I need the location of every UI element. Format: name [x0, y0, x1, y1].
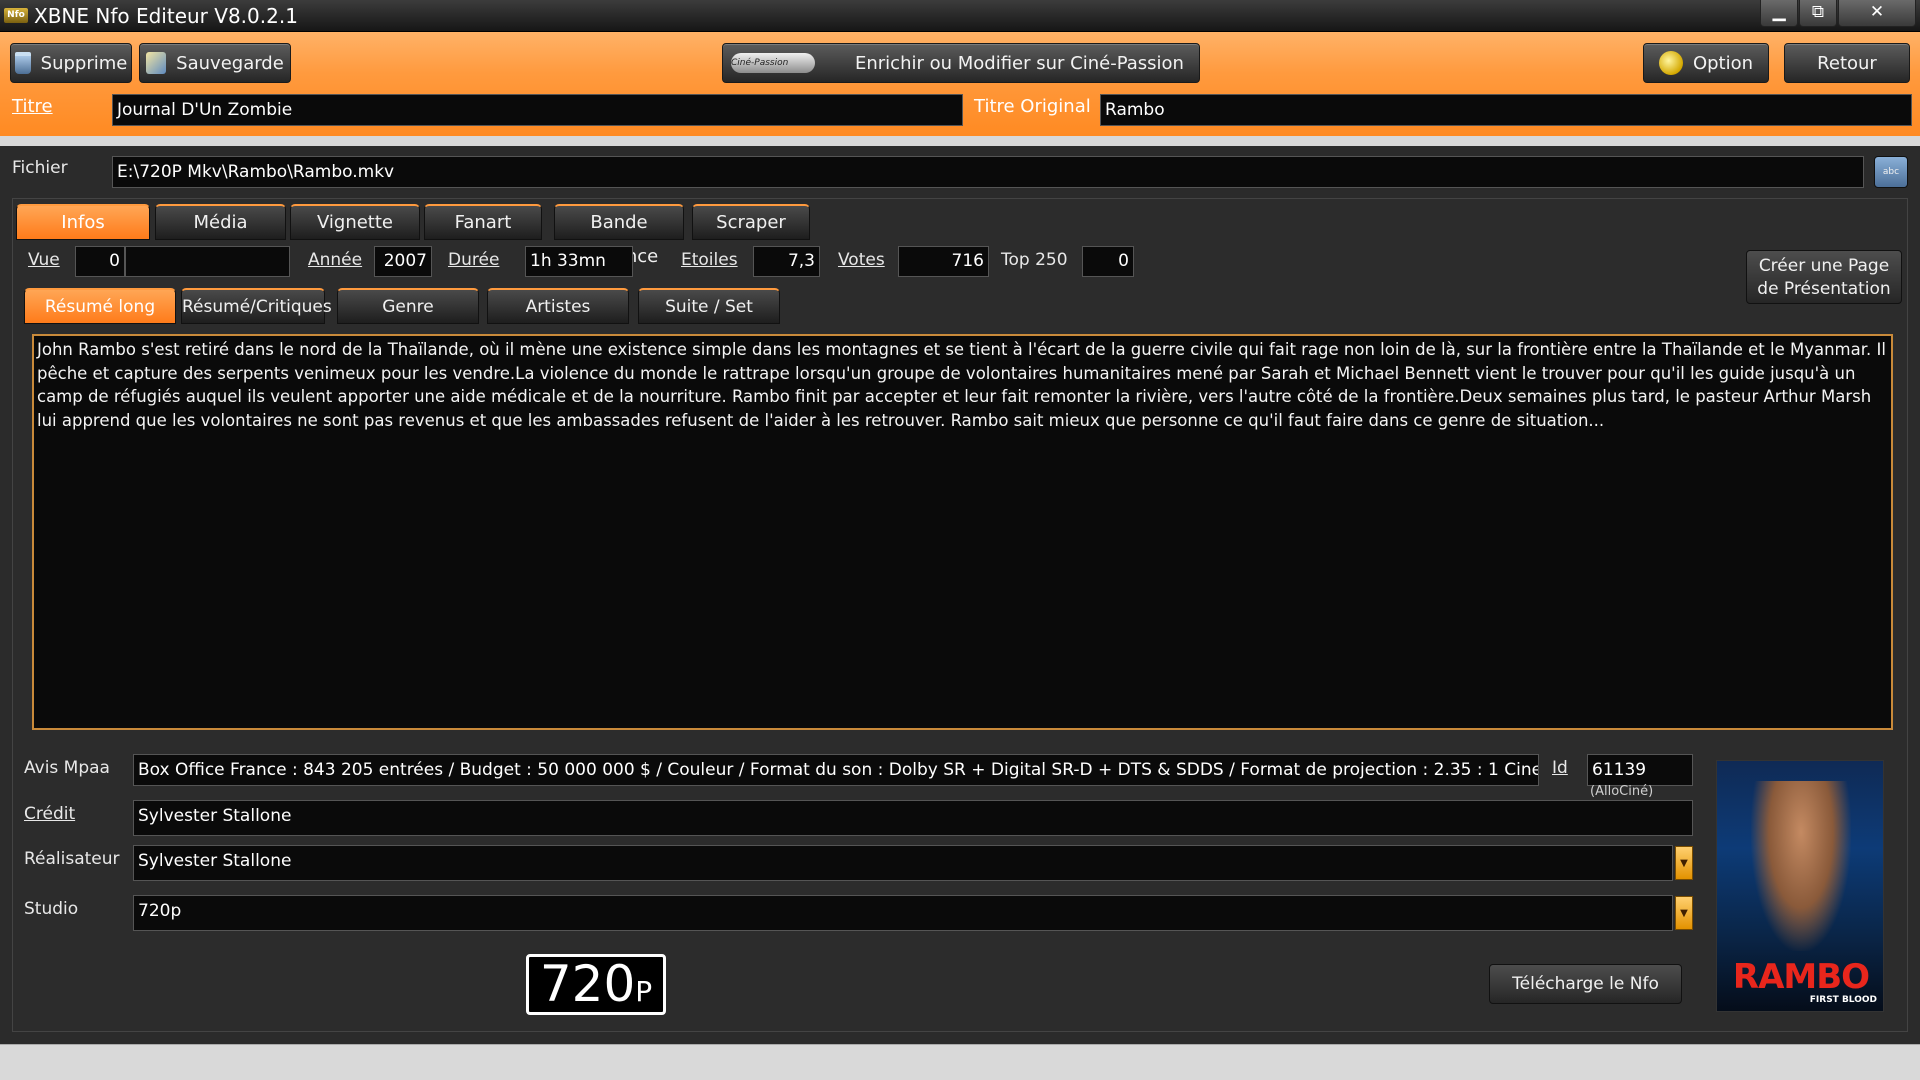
titre-input[interactable]: Journal D'Un Zombie [112, 94, 963, 126]
annee-label: Année [308, 250, 363, 270]
tab-scraper[interactable]: Scraper [692, 204, 810, 240]
window-title: XBNE Nfo Editeur V8.0.2.1 [34, 4, 298, 28]
etoiles-input[interactable]: 7,3 [753, 246, 820, 277]
option-button[interactable]: Option [1643, 43, 1769, 83]
subtab-resume-critiques[interactable]: Résumé/Critiques [181, 288, 332, 324]
tab-media[interactable]: Média [155, 204, 286, 240]
resolution-badge-number: 720 [539, 955, 636, 1013]
top250-input[interactable]: 0 [1082, 246, 1134, 277]
summary-textarea[interactable]: John Rambo s'est retiré dans le nord de … [32, 334, 1893, 730]
credit-input[interactable]: Sylvester Stallone [133, 800, 1693, 836]
browse-file-icon[interactable]: abc [1874, 156, 1908, 188]
studio-label: Studio [24, 899, 79, 919]
id-source-label: (AlloCiné) [1590, 784, 1654, 799]
back-button[interactable]: Retour [1784, 43, 1910, 83]
file-path-input[interactable]: E:\720P Mkv\Rambo\Rambo.mkv [112, 156, 1864, 188]
vue-label: Vue [28, 250, 60, 270]
top250-label: Top 250 [1001, 250, 1068, 270]
vue-extra-input[interactable] [125, 246, 290, 277]
cine-passion-button-label: Enrichir ou Modifier sur Ciné-Passion [855, 52, 1184, 74]
maximize-button[interactable]: ⧉ [1799, 0, 1837, 27]
studio-dropdown-icon[interactable]: ▼ [1675, 896, 1693, 930]
trash-icon [14, 52, 31, 74]
votes-input[interactable]: 716 [898, 246, 989, 277]
save-button-label: Sauvegarde [176, 52, 284, 74]
realisateur-label: Réalisateur [24, 849, 120, 869]
tab-vignette[interactable]: Vignette [290, 204, 420, 240]
option-icon [1658, 51, 1683, 75]
save-button[interactable]: Sauvegarde [139, 43, 291, 83]
cine-passion-logo-icon: Ciné-Passion [731, 53, 815, 73]
tab-fanart[interactable]: Fanart [424, 204, 542, 240]
fichier-label: Fichier [12, 158, 68, 178]
tab-infos[interactable]: Infos [16, 204, 150, 240]
titre-original-input[interactable]: Rambo [1100, 94, 1912, 126]
titre-original-label: Titre Original [974, 96, 1091, 117]
realisateur-dropdown-icon[interactable]: ▼ [1675, 846, 1693, 880]
poster-subtitle: FIRST BLOOD [1809, 995, 1877, 1005]
create-page-line1: Créer une Page [1758, 256, 1890, 276]
id-input[interactable]: 61139 [1587, 754, 1693, 786]
save-icon [146, 52, 167, 74]
title-bar: Nfo XBNE Nfo Editeur V8.0.2.1 ▁ ⧉ ✕ [0, 0, 1920, 32]
duree-input[interactable]: 1h 33mn [525, 246, 633, 277]
subtab-genre[interactable]: Genre [337, 288, 479, 324]
app-icon: Nfo [4, 8, 28, 23]
titre-label: Titre [12, 96, 53, 117]
votes-label: Votes [838, 250, 885, 270]
subtab-suite-set[interactable]: Suite / Set [638, 288, 780, 324]
cine-passion-button[interactable]: Ciné-Passion Enrichir ou Modifier sur Ci… [722, 43, 1200, 83]
mpaa-input[interactable]: Box Office France : 843 205 entrées / Bu… [133, 754, 1539, 786]
close-button[interactable]: ✕ [1838, 0, 1916, 27]
id-label: Id [1552, 758, 1568, 778]
studio-input[interactable]: 720p [133, 895, 1673, 931]
resolution-badge: 720P [526, 954, 666, 1015]
poster-figure [1751, 781, 1851, 951]
etoiles-label: Etoiles [681, 250, 738, 270]
vue-input[interactable]: 0 [75, 246, 125, 277]
resolution-badge-suffix: P [635, 975, 653, 1008]
create-page-line2: de Présentation [1757, 279, 1891, 299]
duree-label: Durée [448, 250, 500, 270]
option-button-label: Option [1692, 52, 1754, 74]
header-separator [0, 136, 1920, 146]
status-bar [0, 1044, 1920, 1080]
tab-bande-annonce[interactable]: Bande Annonce [554, 204, 684, 267]
realisateur-input[interactable]: Sylvester Stallone [133, 845, 1673, 881]
annee-input[interactable]: 2007 [374, 246, 432, 277]
minimize-button[interactable]: ▁ [1760, 0, 1798, 27]
create-presentation-page-button[interactable]: Créer une Page de Présentation [1746, 250, 1902, 304]
movie-poster: RAMBO FIRST BLOOD [1716, 760, 1884, 1012]
subtab-resume-long[interactable]: Résumé long [24, 288, 176, 324]
credit-label: Crédit [24, 804, 76, 824]
poster-title: RAMBO [1732, 957, 1870, 997]
mpaa-label: Avis Mpaa [24, 758, 110, 778]
delete-button[interactable]: Supprime [10, 43, 132, 83]
subtab-artistes[interactable]: Artistes [487, 288, 629, 324]
delete-button-label: Supprime [40, 52, 128, 74]
back-button-label: Retour [1817, 52, 1877, 74]
download-nfo-button[interactable]: Télécharge le Nfo [1489, 964, 1682, 1004]
